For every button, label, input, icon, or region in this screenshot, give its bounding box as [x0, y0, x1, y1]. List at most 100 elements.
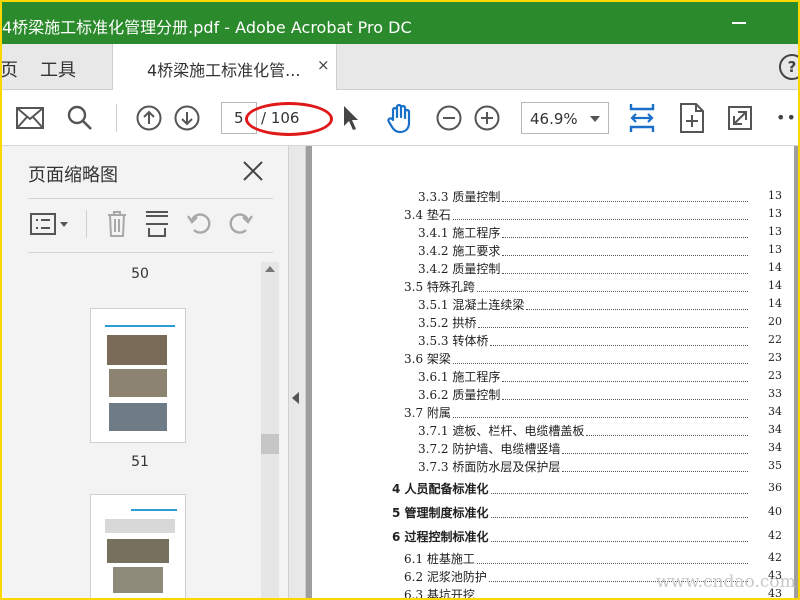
chevron-down-icon [590, 116, 600, 122]
zoom-in-icon[interactable] [474, 105, 500, 131]
toc-entry[interactable]: 3.7.1 遮板、栏杆、电缆槽盖板 [418, 422, 584, 439]
toc-page-number: 42 [768, 529, 782, 542]
page-tools-icon[interactable] [679, 102, 705, 134]
toc-entry[interactable]: 3.6.2 质量控制 [418, 386, 500, 403]
toc-entry[interactable]: 4 人员配备标准化 [392, 480, 489, 497]
toc-leader [490, 517, 748, 518]
document-tab[interactable]: 4桥梁施工标准化管... × [112, 44, 337, 90]
toc-leader [562, 453, 748, 454]
rotate-counterclockwise-icon[interactable] [186, 210, 212, 236]
toc-entry[interactable]: 6.3 基坑开挖 [404, 586, 475, 598]
menu-row: 页 工具 4桥梁施工标准化管... × ? [2, 44, 798, 90]
toc-entry[interactable]: 3.5.3 转体桥 [418, 332, 488, 349]
zoom-out-icon[interactable] [436, 105, 462, 131]
full-screen-icon[interactable] [728, 106, 752, 130]
toc-page-number: 13 [768, 189, 782, 202]
toc-leader [562, 471, 748, 472]
toc-leader [476, 291, 748, 292]
toc-entry[interactable]: 3.5.1 混凝土连续梁 [418, 296, 524, 313]
thumbnail-options-icon[interactable] [30, 212, 70, 236]
toc-page-number: 23 [768, 369, 782, 382]
acrobat-window: 4桥梁施工标准化管理分册.pdf - Adobe Acrobat Pro DC … [2, 2, 798, 598]
scroll-up-icon[interactable] [265, 266, 275, 272]
toc-leader [502, 237, 748, 238]
toc-leader [490, 541, 748, 542]
site-watermark: www.cndao.com [656, 572, 796, 592]
next-page-icon[interactable] [174, 105, 200, 131]
toc-entry[interactable]: 3.6.1 施工程序 [418, 368, 500, 385]
tab-close-icon[interactable]: × [317, 56, 330, 74]
toc-page-number: 22 [768, 333, 782, 346]
toc-leader [452, 219, 748, 220]
toc-page-number: 34 [768, 405, 782, 418]
hand-tool-icon[interactable] [385, 102, 415, 134]
toc-entry[interactable]: 3.7.2 防护墙、电缆槽竖墙 [418, 440, 560, 457]
thumbnail-label: 50 [131, 266, 149, 282]
scrollbar-thumb[interactable] [261, 434, 279, 454]
insert-page-icon[interactable] [144, 210, 170, 238]
more-tools-icon[interactable]: ••• [776, 108, 798, 127]
toc-page-number: 35 [768, 459, 782, 472]
panel-title: 页面缩略图 [28, 165, 118, 186]
toc-leader [586, 435, 748, 436]
toc-page-number: 13 [768, 225, 782, 238]
help-icon[interactable]: ? [779, 54, 798, 80]
zoom-select[interactable]: 46.9% [521, 102, 609, 134]
panel-separator [86, 210, 87, 238]
toc-entry[interactable]: 5 管理制度标准化 [392, 504, 489, 521]
page-thumbnail[interactable] [90, 494, 186, 598]
toc-page-number: 36 [768, 481, 782, 494]
page-thumbnail[interactable] [90, 308, 186, 443]
toolbar-separator [116, 104, 117, 132]
toc-page-number: 13 [768, 243, 782, 256]
toc-page-number: 42 [768, 551, 782, 564]
close-icon[interactable] [242, 160, 264, 182]
rotate-clockwise-icon[interactable] [228, 210, 254, 236]
toc-leader [490, 345, 748, 346]
mail-icon[interactable] [16, 107, 44, 129]
toc-entry[interactable]: 6.2 泥浆池防护 [404, 568, 487, 585]
toc-leader [452, 417, 748, 418]
fit-page-icon[interactable] [628, 102, 656, 134]
toc-entry[interactable]: 3.5 特殊孔跨 [404, 278, 475, 295]
toc-leader [490, 493, 748, 494]
toc-entry[interactable]: 3.4.2 施工要求 [418, 242, 500, 259]
thumbnail-label: 51 [131, 454, 149, 470]
toc-leader [502, 273, 748, 274]
title-bar: 4桥梁施工标准化管理分册.pdf - Adobe Acrobat Pro DC [2, 2, 798, 44]
toc-page-number: 34 [768, 441, 782, 454]
document-view[interactable]: 3.3.3 质量控制 13 3.4 垫石 13 3.4.1 施工程序 13 3.4.2 施工… [306, 146, 798, 598]
toc-entry[interactable]: 3.5.2 拱桥 [418, 314, 476, 331]
toc-leader [502, 255, 748, 256]
minimize-button[interactable] [726, 12, 752, 34]
toc-entry[interactable]: 3.7.3 桥面防水层及保护层 [418, 458, 560, 475]
search-icon[interactable] [67, 105, 93, 131]
window-title: 4桥梁施工标准化管理分册.pdf - Adobe Acrobat Pro DC [2, 18, 412, 37]
toc-entry[interactable]: 3.4.1 施工程序 [418, 224, 500, 241]
toc-page-number: 23 [768, 351, 782, 364]
delete-icon[interactable] [106, 210, 128, 238]
toc-entry[interactable]: 3.4.2 质量控制 [418, 260, 500, 277]
previous-page-icon[interactable] [136, 105, 162, 131]
menu-home[interactable]: 页 [2, 56, 18, 82]
toc-page-number: 40 [768, 505, 782, 518]
toc-entry[interactable]: 3.4 垫石 [404, 206, 451, 223]
toc-page-number: 14 [768, 297, 782, 310]
toc-leader [478, 327, 748, 328]
menu-tools[interactable]: 工具 [40, 56, 76, 82]
toc-entry[interactable]: 6.1 桩基施工 [404, 550, 475, 567]
toc-page-number: 14 [768, 279, 782, 292]
collapse-panel-icon[interactable] [292, 392, 299, 404]
toolbar: 5 / 106 46.9% •• [2, 90, 798, 146]
toc-entry[interactable]: 3.3.3 质量控制 [418, 188, 500, 205]
toc-entry[interactable]: 6 过程控制标准化 [392, 528, 489, 545]
toc-entry[interactable]: 3.6 架梁 [404, 350, 451, 367]
toc-page-number: 33 [768, 387, 782, 400]
thumbnail-scrollbar[interactable] [261, 262, 279, 598]
panel-splitter[interactable] [288, 146, 306, 598]
red-highlight-ellipse [245, 102, 333, 136]
toc-page-number: 13 [768, 207, 782, 220]
select-cursor-icon[interactable] [342, 104, 360, 132]
toc-entry[interactable]: 3.7 附属 [404, 404, 451, 421]
toc-page-number: 34 [768, 423, 782, 436]
